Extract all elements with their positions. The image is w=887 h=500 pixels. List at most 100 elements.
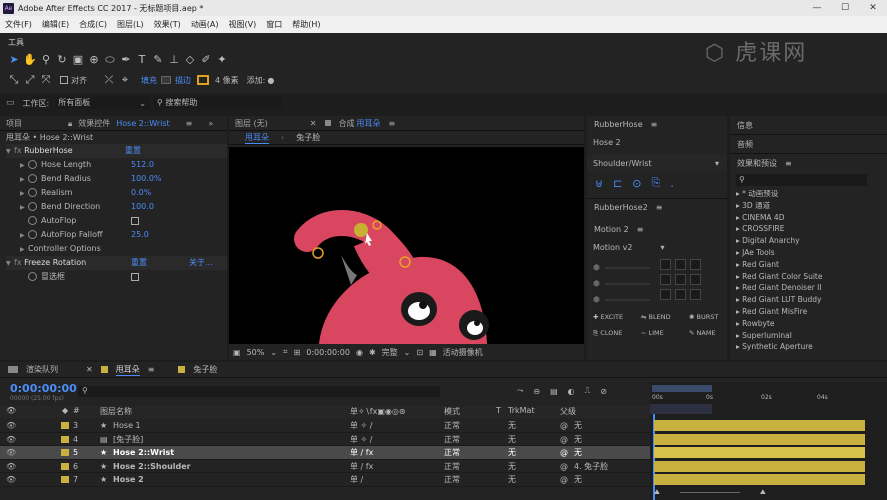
label-swatch[interactable] bbox=[61, 449, 69, 456]
close-tab-icon[interactable]: ✕ bbox=[86, 365, 93, 374]
type-tool-icon[interactable]: T bbox=[134, 52, 150, 68]
stroke-label[interactable]: 描边 bbox=[175, 75, 191, 86]
label-swatch[interactable] bbox=[61, 435, 69, 443]
stopwatch-icon[interactable] bbox=[28, 230, 37, 239]
selection-tool-icon[interactable]: ➤ bbox=[6, 52, 22, 68]
mode-dropdown[interactable]: 正常 bbox=[444, 460, 460, 474]
stopwatch-icon[interactable] bbox=[28, 216, 37, 225]
prop-value[interactable]: 100.0 bbox=[131, 200, 154, 214]
burst-button[interactable]: ✺ BURST bbox=[689, 313, 727, 321]
preset-folder[interactable]: ▸ Synthetic Aperture bbox=[736, 341, 887, 353]
close-tab-icon[interactable]: ✕ bbox=[310, 116, 317, 131]
trkmat-dropdown[interactable]: 无 bbox=[508, 473, 516, 487]
effect-rubberhose-row[interactable]: ▼ fx RubberHose 重置 bbox=[6, 144, 227, 158]
fill-swatch[interactable] bbox=[161, 76, 171, 84]
preset-folder[interactable]: ▸ Superluminal bbox=[736, 330, 887, 342]
rotate-tool-icon[interactable]: ↻ bbox=[54, 52, 70, 68]
more-icon[interactable]: . bbox=[670, 177, 674, 190]
panel-menu-icon[interactable]: ≡ bbox=[651, 120, 658, 129]
reset-button[interactable]: 重置 bbox=[131, 256, 147, 270]
preset-folder[interactable]: ▸ Digital Anarchy bbox=[736, 235, 887, 247]
transparency-grid-icon[interactable]: ▦ bbox=[429, 348, 437, 357]
comp-tab-name[interactable]: 甩耳朵 bbox=[357, 116, 381, 131]
panel-menu-icon[interactable]: ≡ bbox=[148, 365, 155, 374]
panel-menu-icon[interactable]: ≡ bbox=[785, 159, 792, 168]
anchor-button[interactable] bbox=[675, 289, 686, 300]
layer-bar[interactable] bbox=[654, 460, 865, 472]
menu-view[interactable]: 视图(V) bbox=[229, 19, 257, 30]
anchor-tool-icon[interactable]: ⊕ bbox=[86, 52, 102, 68]
preset-folder[interactable]: ▸ Red Giant MisFire bbox=[736, 306, 887, 318]
table-row[interactable]: 👁︎ 3 ★ Hose 1单 ✧ ∕ 正常无 @ 无 bbox=[0, 419, 650, 433]
layer-viewer-tab[interactable]: 图层 (无) bbox=[235, 116, 268, 131]
preset-folder[interactable]: ▸ Red Giant Color Suite bbox=[736, 271, 887, 283]
preset-folder[interactable]: ▸ CINEMA 4D bbox=[736, 212, 887, 224]
breadcrumb-item[interactable]: 甩耳朵 bbox=[245, 132, 269, 144]
hose-name-field[interactable]: Hose 2 bbox=[587, 132, 727, 154]
slider[interactable] bbox=[605, 283, 650, 285]
puppet-tool-icon[interactable]: ✦ bbox=[214, 52, 230, 68]
zoom-slider[interactable] bbox=[679, 492, 740, 493]
clone-button[interactable]: ⎘ CLONE bbox=[593, 329, 641, 338]
tab-comp-tuzilian[interactable]: 兔子脸 bbox=[193, 364, 217, 375]
hand-tool-icon[interactable]: ✋ bbox=[22, 52, 38, 68]
slider[interactable] bbox=[605, 267, 650, 269]
autoflop-checkbox[interactable] bbox=[131, 217, 139, 225]
region-icon[interactable]: ⌗ bbox=[283, 347, 288, 357]
roi-icon[interactable]: ⊡ bbox=[416, 348, 423, 357]
mode-dropdown[interactable]: 正常 bbox=[444, 473, 460, 487]
excite-button[interactable]: ✚ EXCITE bbox=[593, 313, 641, 321]
minimize-button[interactable]: — bbox=[803, 0, 831, 16]
comp-tab-prefix[interactable]: 合成 bbox=[339, 116, 355, 131]
preset-folder[interactable]: ▸ CROSSFIRE bbox=[736, 223, 887, 235]
anchor-button[interactable] bbox=[660, 289, 671, 300]
effect-controls-layer[interactable]: Hose 2::Wrist bbox=[116, 116, 169, 131]
copy-icon[interactable]: ⎘ bbox=[652, 176, 661, 190]
prop-group-row[interactable]: ▶ Controller Options bbox=[6, 242, 227, 256]
breadcrumb-item[interactable]: 兔子脸 bbox=[296, 132, 320, 143]
camera-tool-icon[interactable]: ▣ bbox=[70, 52, 86, 68]
camera-snapshot-icon[interactable]: ◉ bbox=[356, 348, 363, 357]
anchor-button[interactable] bbox=[660, 259, 671, 270]
stopwatch-icon[interactable] bbox=[28, 202, 37, 211]
zoom-in-icon[interactable]: ⛰ bbox=[760, 488, 766, 497]
preset-folder[interactable]: ▸ * 动画预设 bbox=[736, 188, 887, 200]
layer-bar[interactable] bbox=[654, 433, 865, 445]
label-swatch[interactable] bbox=[61, 462, 69, 470]
quality-dropdown[interactable]: 完整 bbox=[382, 347, 398, 358]
clone-stamp-tool-icon[interactable]: ⊥ bbox=[166, 52, 182, 68]
zoom-level[interactable]: 50% bbox=[247, 348, 265, 357]
pickwhip-icon[interactable]: @ bbox=[560, 446, 568, 460]
parent-dropdown[interactable]: 无 bbox=[574, 419, 582, 433]
anchor-button[interactable] bbox=[690, 289, 701, 300]
select-icon[interactable]: ⊙ bbox=[632, 177, 641, 190]
close-button[interactable]: ✕ bbox=[859, 0, 887, 16]
eye-icon[interactable]: 👁︎ bbox=[6, 460, 16, 474]
fill-label[interactable]: 填充 bbox=[141, 75, 157, 86]
table-row-selected[interactable]: 👁︎ 5 ★ Hose 2::Wrist 单 ∕ fx 正常无 @ 无 bbox=[0, 446, 650, 460]
trkmat-dropdown[interactable]: 无 bbox=[508, 433, 516, 447]
snap-icon[interactable]: ⤫ bbox=[101, 74, 117, 86]
name-button[interactable]: ✎ NAME bbox=[689, 329, 727, 338]
pickwhip-icon[interactable]: @ bbox=[560, 473, 568, 487]
anchor-button[interactable] bbox=[660, 274, 671, 285]
pickwhip-icon[interactable]: @ bbox=[560, 460, 568, 474]
work-area-bar[interactable] bbox=[652, 385, 712, 392]
prop-value[interactable]: 25.0 bbox=[131, 228, 149, 242]
menu-file[interactable]: 文件(F) bbox=[5, 19, 32, 30]
anchor-button[interactable] bbox=[675, 259, 686, 270]
menu-layer[interactable]: 图层(L) bbox=[117, 19, 144, 30]
mode-dropdown[interactable]: 正常 bbox=[444, 433, 460, 447]
info-tab[interactable]: 信息 bbox=[730, 116, 887, 135]
label-swatch[interactable] bbox=[61, 476, 69, 483]
anchor-button[interactable] bbox=[690, 274, 701, 285]
lime-button[interactable]: ~ LIME bbox=[641, 329, 689, 338]
zoom-tool-icon[interactable]: ⚲ bbox=[38, 52, 54, 68]
trkmat-dropdown[interactable]: 无 bbox=[508, 419, 516, 433]
camera-dropdown[interactable]: 活动摄像机 bbox=[443, 347, 483, 358]
hide-shy-icon[interactable]: ⊖ bbox=[533, 387, 540, 396]
channel-icon[interactable]: ✱ bbox=[369, 348, 376, 357]
preset-folder[interactable]: ▸ Rowbyte bbox=[736, 318, 887, 330]
preset-folder[interactable]: ▸ Red Giant Denoiser II bbox=[736, 282, 887, 294]
comp-canvas[interactable] bbox=[229, 147, 584, 344]
